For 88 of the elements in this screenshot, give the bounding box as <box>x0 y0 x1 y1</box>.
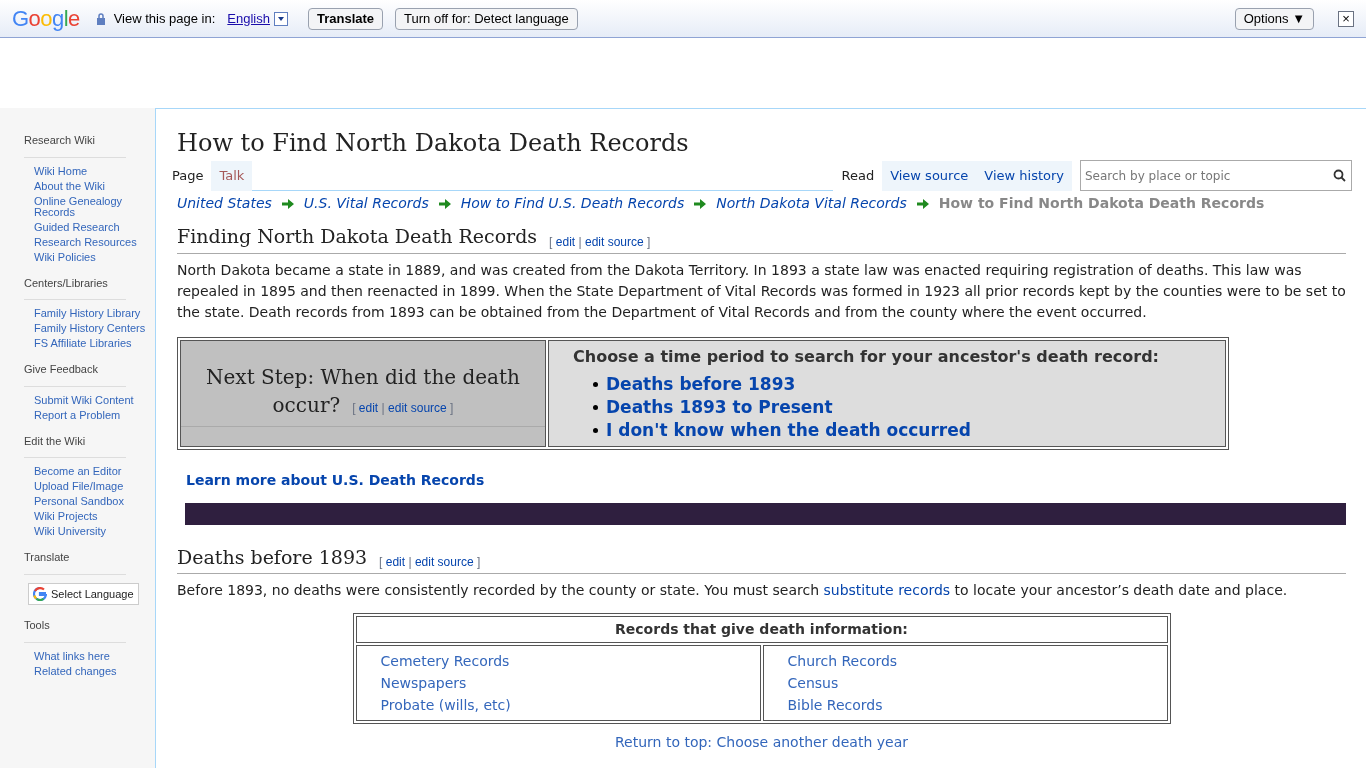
record-link[interactable]: Census <box>787 672 839 694</box>
sidebar-link[interactable]: Guided Research <box>34 221 147 233</box>
sidebar-heading: Research Wiki <box>24 132 126 158</box>
sidebar-link[interactable]: Wiki Home <box>34 165 147 177</box>
select-language-button[interactable]: Select Language <box>28 582 139 605</box>
time-period-prompt: Choose a time period to search for your ancestor's death record: <box>573 345 1160 368</box>
breadcrumb-current: How to Find North Dakota Death Records <box>938 194 1265 213</box>
edit-link[interactable]: edit <box>555 234 576 249</box>
time-period-link[interactable]: Deaths before 1893 <box>606 372 796 396</box>
edit-source-link[interactable]: edit source <box>388 400 447 415</box>
edit-link[interactable]: edit <box>385 555 406 569</box>
time-period-link[interactable]: I don't know when the death occurred <box>606 418 971 442</box>
next-step-heading: Next Step: When did the death <box>206 363 520 391</box>
sidebar-link[interactable]: Report a Problem <box>34 409 147 421</box>
breadcrumb-link[interactable]: United States <box>177 193 272 214</box>
sidebar-heading: Translate <box>24 549 126 575</box>
sidebar-heading: Give Feedback <box>24 361 126 387</box>
separator: | <box>381 400 385 415</box>
edit-source-link[interactable]: edit source <box>414 555 474 569</box>
record-link[interactable]: Cemetery Records <box>380 650 510 672</box>
bullet-icon <box>593 381 598 387</box>
sidebar-link[interactable]: Research Resources <box>34 236 147 248</box>
section-paragraph: Before 1893, no deaths were consistently recorded by the county or state. You must search substitute records to locate your ancestor’s death date and place. <box>177 581 1289 600</box>
language-link[interactable]: English <box>227 8 270 29</box>
close-button[interactable]: × <box>1338 10 1354 27</box>
sidebar-heading: Tools <box>24 617 126 643</box>
search-icon[interactable] <box>1333 169 1346 182</box>
sidebar-link[interactable]: Upload File/Image <box>34 481 147 492</box>
bracket: [ <box>549 234 553 249</box>
sidebar-heading: Centers/Libraries <box>24 274 126 300</box>
substitute-records-link[interactable]: substitute records <box>823 582 951 598</box>
bracket: ] <box>450 400 454 415</box>
sidebar-link[interactable]: Online Genealogy Records <box>34 195 147 218</box>
view-tab[interactable]: View source <box>882 161 977 191</box>
google-logo: Google <box>12 5 80 33</box>
breadcrumb-link[interactable]: U.S. Vital Records <box>303 193 429 214</box>
section-heading: Finding North Dakota Death Records <box>177 224 538 249</box>
record-link[interactable]: Church Records <box>787 650 898 672</box>
options-button[interactable]: Options ▼ <box>1234 7 1314 30</box>
search-field[interactable]: Search by place or topic <box>1080 160 1352 191</box>
next-step-heading: occur? <box>272 391 341 419</box>
dropdown-icon[interactable] <box>273 11 288 26</box>
turn-off-button[interactable]: Turn off for: Detect language <box>395 7 578 30</box>
sidebar-link[interactable]: Family History Library <box>34 308 147 319</box>
bullet-icon <box>593 427 598 433</box>
return-link[interactable]: Return to top: Choose another death year <box>615 732 908 753</box>
edit-link[interactable]: edit <box>358 400 379 415</box>
bracket: [ <box>379 555 383 569</box>
breadcrumb-link[interactable]: North Dakota Vital Records <box>716 193 907 214</box>
prompt-text: View this page in: <box>113 9 216 28</box>
sidebar-link[interactable]: Submit Wiki Content <box>34 394 147 406</box>
sidebar-link[interactable]: Wiki Projects <box>34 511 147 522</box>
separator: | <box>578 234 582 249</box>
records-caption: Records that give death information: <box>355 616 1168 643</box>
edit-source-link[interactable]: edit source <box>584 234 644 249</box>
sidebar-link[interactable]: FS Affiliate Libraries <box>34 338 147 349</box>
learn-more-link[interactable]: Learn more about U.S. Death Records <box>186 469 1346 491</box>
bracket: [ <box>352 400 356 415</box>
record-link[interactable]: Probate (wills, etc) <box>380 694 511 716</box>
breadcrumb-link[interactable]: How to Find U.S. Death Records <box>460 193 685 214</box>
arrow-icon <box>916 198 929 209</box>
arrow-icon <box>438 198 451 209</box>
sidebar-link[interactable]: Family History Centers <box>34 323 147 334</box>
bullet-icon <box>593 404 598 410</box>
page-tab[interactable]: Talk <box>211 161 253 191</box>
page-title: How to Find North Dakota Death Records <box>177 129 690 157</box>
sidebar-link[interactable]: What links here <box>34 650 147 662</box>
google-g-icon <box>33 586 47 601</box>
sidebar-link[interactable]: Become an Editor <box>34 466 147 477</box>
translate-button[interactable]: Translate <box>307 7 384 30</box>
bracket: ] <box>647 234 651 249</box>
arrow-icon <box>281 198 294 209</box>
separator: | <box>408 555 412 569</box>
view-tab[interactable]: View history <box>976 161 1072 191</box>
sidebar-link[interactable]: Wiki University <box>34 526 147 537</box>
record-link[interactable]: Bible Records <box>787 694 883 716</box>
sidebar-link[interactable]: Personal Sandbox <box>34 496 147 507</box>
sidebar-link[interactable]: Related changes <box>34 665 147 677</box>
time-period-link[interactable]: Deaths 1893 to Present <box>606 395 833 419</box>
section-paragraph: North Dakota became a state in 1889, and was created from the Dakota Territory. In 1893 a state law was enacted requiring registration of deaths. This law was repealed in 1895 and then reenacted in 1899. When the State Department of Vital Records was formed in 1923 all prior records kept by the counties were to be set to the state. Death records from 1893 can be obtained from the Department of Vital Records and from the county where the event occurred. <box>177 260 1346 322</box>
record-link[interactable]: Newspapers <box>380 672 467 694</box>
sidebar-link[interactable]: Wiki Policies <box>34 251 147 263</box>
section-heading: Deaths before 1893 <box>177 544 368 570</box>
arrow-icon <box>694 198 707 209</box>
sidebar-link[interactable]: About the Wiki <box>34 180 147 192</box>
lock-icon <box>95 12 106 25</box>
bracket: ] <box>477 555 481 569</box>
sidebar-heading: Edit the Wiki <box>24 432 126 458</box>
